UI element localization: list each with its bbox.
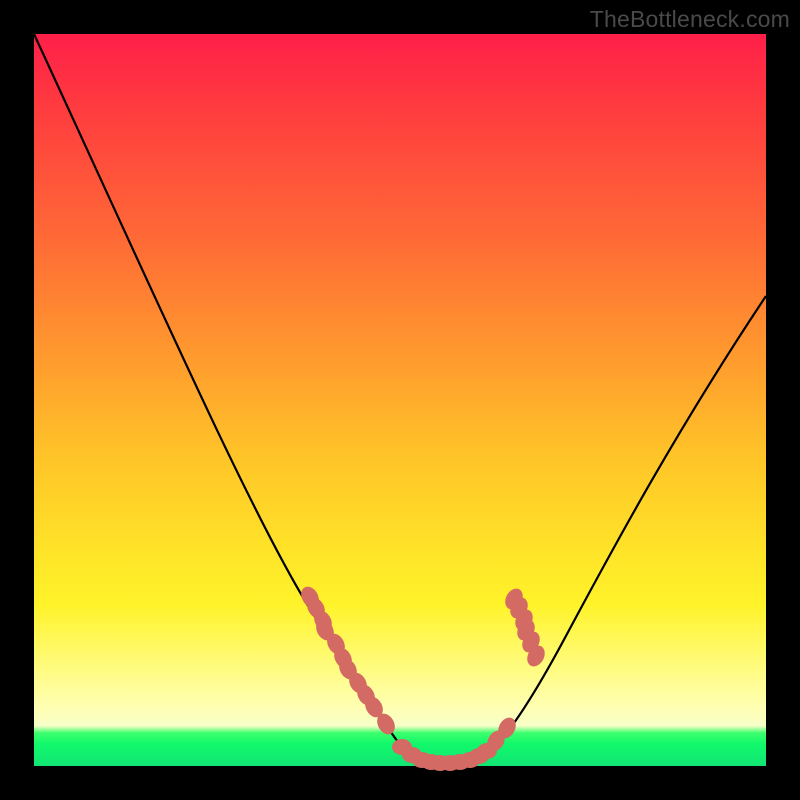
bottleneck-curve bbox=[34, 34, 766, 765]
watermark-text: TheBottleneck.com bbox=[590, 6, 790, 33]
chart-plot-area bbox=[34, 34, 766, 766]
chart-svg bbox=[34, 34, 766, 766]
trough-dot-cluster bbox=[392, 739, 497, 771]
chart-frame: TheBottleneck.com bbox=[0, 0, 800, 800]
right-dot-cluster bbox=[484, 586, 548, 755]
left-dot-cluster bbox=[298, 583, 399, 737]
